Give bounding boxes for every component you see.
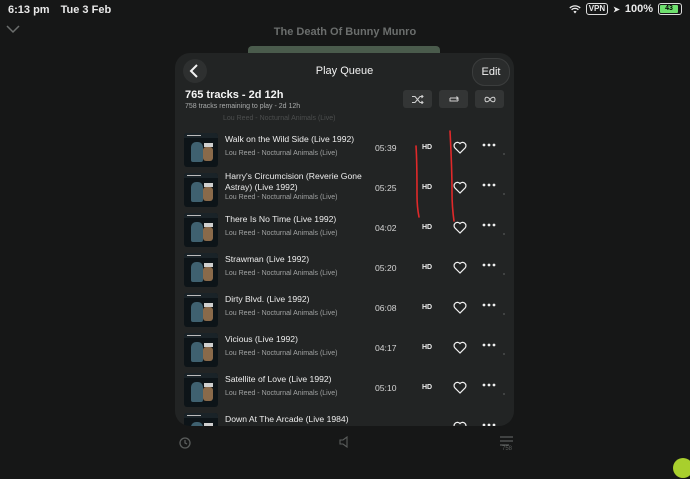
track-title: Satellite of Love (Live 1992) xyxy=(225,374,332,384)
more-options-icon[interactable] xyxy=(482,143,496,147)
track-artwork xyxy=(184,293,218,327)
drag-handle[interactable] xyxy=(503,313,505,315)
edit-button[interactable]: Edit xyxy=(472,58,510,86)
repeat-button[interactable] xyxy=(439,90,468,108)
quality-badge: HD xyxy=(422,304,433,311)
progress-indicator xyxy=(673,458,690,478)
track-artwork xyxy=(184,333,218,367)
track-artist-album: Lou Reed - Nocturnal Animals (Live) xyxy=(225,350,338,357)
now-playing-title: The Death Of Bunny Munro xyxy=(273,26,417,38)
track-title: Dirty Blvd. (Live 1992) xyxy=(225,294,310,304)
more-options-icon[interactable] xyxy=(482,263,496,267)
list-item[interactable]: Satellite of Love (Live 1992) Lou Reed -… xyxy=(175,370,514,410)
quality-badge: HD xyxy=(422,224,433,231)
track-artist-album: Lou Reed - Nocturnal Animals (Live) xyxy=(225,390,338,397)
repeat-icon xyxy=(449,95,459,101)
track-artist-album: Lou Reed - Nocturnal Animals (Live) xyxy=(225,310,338,317)
drag-handle[interactable] xyxy=(503,193,505,195)
drag-handle[interactable] xyxy=(503,393,505,395)
list-item[interactable]: Walk on the Wild Side (Live 1992) Lou Re… xyxy=(175,130,514,170)
drag-handle[interactable] xyxy=(503,353,505,355)
heart-icon[interactable] xyxy=(453,181,467,194)
queue-icon[interactable] xyxy=(500,436,513,446)
more-options-icon[interactable] xyxy=(482,343,496,347)
status-bar: 6:13 pm Tue 3 Feb VPN ➤ 100% 43 xyxy=(0,0,690,20)
list-item[interactable]: Dirty Blvd. (Live 1992) Lou Reed - Noctu… xyxy=(175,290,514,330)
heart-icon[interactable] xyxy=(453,301,467,314)
track-duration: 04:02 xyxy=(375,223,397,233)
track-title: Down At The Arcade (Live 1984) xyxy=(225,414,349,424)
track-title: Walk on the Wild Side (Live 1992) xyxy=(225,134,355,144)
drag-handle[interactable] xyxy=(503,153,505,155)
list-item[interactable]: There Is No Time (Live 1992) Lou Reed - … xyxy=(175,210,514,250)
track-artist-album: Lou Reed - Nocturnal Animals (Live) xyxy=(225,150,338,157)
status-date: Tue 3 Feb xyxy=(60,4,112,16)
track-artist-album: Lou Reed - Nocturnal Animals (Live) xyxy=(225,270,338,277)
wifi-icon xyxy=(569,4,581,13)
shuffle-button[interactable] xyxy=(403,90,432,108)
track-artwork xyxy=(184,173,218,207)
list-item[interactable]: Down At The Arcade (Live 1984) xyxy=(175,410,514,426)
vpn-badge: VPN xyxy=(585,3,609,15)
history-icon[interactable] xyxy=(178,436,192,450)
list-item[interactable]: Vicious (Live 1992) Lou Reed - Nocturnal… xyxy=(175,330,514,370)
sheet-header: Play Queue Edit xyxy=(175,53,514,91)
track-duration: 04:17 xyxy=(375,343,397,353)
track-artist-album: Lou Reed - Nocturnal Animals (Live) xyxy=(225,230,338,237)
shuffle-icon xyxy=(411,94,424,104)
heart-icon[interactable] xyxy=(453,341,467,354)
more-options-icon[interactable] xyxy=(482,383,496,387)
track-title: Harry's Circumcision (Reverie Gone Astra… xyxy=(225,171,362,192)
speaker-icon[interactable] xyxy=(339,436,351,448)
battery-percent: 100% xyxy=(624,3,653,15)
more-options-icon[interactable] xyxy=(482,183,496,187)
track-artwork xyxy=(184,413,218,426)
heart-icon[interactable] xyxy=(453,421,467,426)
track-title: Vicious (Live 1992) xyxy=(225,334,298,344)
queue-summary: 765 tracks - 2d 12h 758 tracks remaining… xyxy=(185,89,300,110)
play-queue-sheet: Play Queue Edit 765 tracks - 2d 12h 758 … xyxy=(175,53,514,426)
more-options-icon[interactable] xyxy=(482,423,496,426)
more-options-icon[interactable] xyxy=(482,303,496,307)
more-options-icon[interactable] xyxy=(482,223,496,227)
track-title: Strawman (Live 1992) xyxy=(225,254,310,264)
heart-icon[interactable] xyxy=(453,141,467,154)
quality-badge: HD xyxy=(422,144,433,151)
drag-handle[interactable] xyxy=(503,233,505,235)
list-item[interactable]: Harry's Circumcision (Reverie Gone Astra… xyxy=(175,170,514,210)
track-duration: 06:08 xyxy=(375,303,397,313)
quality-badge: HD xyxy=(422,264,433,271)
list-item[interactable]: Strawman (Live 1992) Lou Reed - Nocturna… xyxy=(175,250,514,290)
track-artwork xyxy=(184,133,218,167)
quality-badge: HD xyxy=(422,384,433,391)
track-duration: 05:39 xyxy=(375,143,397,153)
track-artwork xyxy=(184,253,218,287)
playback-mode-buttons xyxy=(403,90,504,108)
track-duration: 05:20 xyxy=(375,263,397,273)
drag-handle[interactable] xyxy=(503,273,505,275)
queue-count-badge: 758 xyxy=(502,446,513,452)
infinity-icon xyxy=(483,96,496,102)
track-duration: 05:25 xyxy=(375,183,397,193)
track-artwork xyxy=(184,213,218,247)
partial-list-item: Lou Reed - Nocturnal Animals (Live) xyxy=(223,115,336,122)
infinity-button[interactable] xyxy=(475,90,504,108)
heart-icon[interactable] xyxy=(453,261,467,274)
track-title: There Is No Time (Live 1992) xyxy=(225,214,337,224)
track-artwork xyxy=(184,373,218,407)
remaining-text: 758 tracks remaining to play - 2d 12h xyxy=(185,103,301,110)
quality-badge: HD xyxy=(422,184,433,191)
track-duration: 05:10 xyxy=(375,383,397,393)
location-icon: ➤ xyxy=(613,4,620,14)
page-title: Play Queue xyxy=(315,65,374,77)
track-artist-album: Lou Reed - Nocturnal Animals (Live) xyxy=(225,194,338,201)
track-count: 765 tracks - 2d 12h xyxy=(185,89,284,101)
quality-badge: HD xyxy=(422,344,433,351)
status-time: 6:13 pm xyxy=(8,4,50,16)
heart-icon[interactable] xyxy=(453,221,467,234)
heart-icon[interactable] xyxy=(453,381,467,394)
battery-icon: 43 xyxy=(658,3,682,15)
